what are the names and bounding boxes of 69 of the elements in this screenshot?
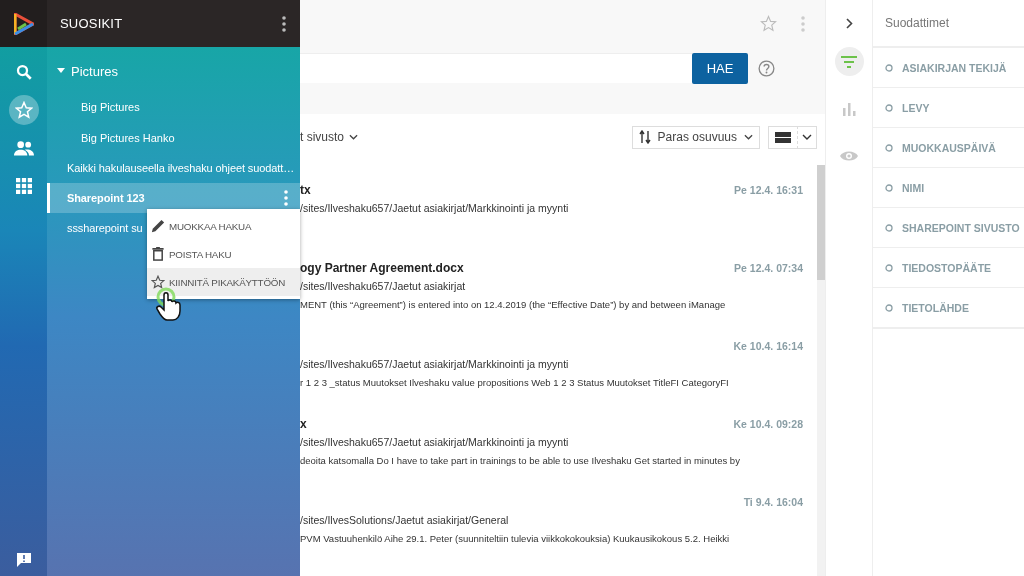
circle-icon bbox=[885, 183, 893, 192]
more-icon[interactable] bbox=[282, 15, 286, 32]
filter-item[interactable]: LEVY bbox=[873, 88, 1024, 128]
app-logo[interactable] bbox=[13, 12, 34, 35]
filter-item[interactable]: SHAREPOINT SIVUSTO bbox=[873, 208, 1024, 248]
result-path: /sites/Ilveshaku657/Jaetut asiakirjat bbox=[300, 280, 467, 294]
star-icon bbox=[151, 275, 165, 289]
favorites-button[interactable] bbox=[8, 95, 39, 125]
result-title[interactable]: ogy Partner Agreement.docx bbox=[300, 261, 464, 275]
circle-icon bbox=[885, 223, 893, 232]
view-toggle[interactable] bbox=[768, 125, 817, 149]
chevron-down-icon bbox=[744, 134, 753, 140]
filter-item[interactable]: TIEDOSTOPÄÄTE bbox=[873, 248, 1024, 288]
filter-item[interactable]: TIETOLÄHDE bbox=[873, 288, 1024, 329]
scrollbar[interactable] bbox=[817, 165, 825, 576]
result-snippet: PVM Vastuuhenkilö Aihe 29.1. Peter (suunniteltiin tulevia viikkokokouksia) Kuukausikokous 5.2. Heikki bbox=[300, 533, 731, 544]
filter-item[interactable]: ASIAKIRJAN TEKIJÄ bbox=[873, 48, 1024, 88]
filter-item[interactable]: MUOKKAUSPÄIVÄ bbox=[873, 128, 1024, 168]
result-date: Pe 12.4. 16:31 bbox=[734, 184, 803, 196]
help-icon[interactable] bbox=[758, 59, 775, 77]
favorite-item[interactable]: Kaikki hakulauseella ilveshaku ohjeet suodatt… bbox=[47, 153, 300, 183]
search-field[interactable] bbox=[300, 53, 692, 83]
search-icon bbox=[14, 63, 33, 81]
panel-title: SUOSIKIT bbox=[60, 16, 123, 31]
circle-icon bbox=[885, 143, 893, 152]
circle-icon bbox=[885, 63, 893, 72]
menu-item[interactable]: MUOKKAA HAKUA bbox=[147, 212, 300, 240]
result-path: /sites/Ilveshaku657/Jaetut asiakirjat/Markkinointi ja myynti bbox=[300, 436, 570, 450]
star-icon bbox=[14, 101, 33, 119]
eye-icon bbox=[840, 149, 858, 162]
chevron-down-icon bbox=[349, 134, 358, 140]
result-date: Ke 10.4. 16:14 bbox=[733, 340, 803, 352]
favorite-item[interactable]: Big Pictures bbox=[47, 91, 300, 122]
pencil-icon bbox=[151, 219, 165, 233]
result-title[interactable]: tx bbox=[300, 183, 311, 197]
apps-icon bbox=[15, 178, 32, 194]
result-snippet: r 1 2 3 _status Muutokset Ilveshaku value propositions Web 1 2 3 Status Muutokset TitleFI CategoryFI bbox=[300, 377, 730, 388]
result-snippet: deoita katsomalla Do I have to take part in trainings to be able to use Ilveshaku Get started in minutes by bbox=[300, 455, 741, 466]
result-snippet: MENT (this “Agreement”) is entered into on 12.4.2019 (the “Effective Date”) by and between iManage bbox=[300, 299, 727, 310]
favorite-item[interactable]: Pictures bbox=[47, 57, 300, 85]
result-path: /sites/Ilveshaku657/Jaetut asiakirjat/Markkinointi ja myynti bbox=[300, 358, 570, 372]
panel-title: Suodattimet bbox=[873, 0, 1024, 48]
circle-icon bbox=[885, 103, 893, 112]
result-date: Ke 10.4. 09:28 bbox=[733, 418, 803, 430]
site-dropdown[interactable]: t sivusto bbox=[300, 130, 632, 144]
result-date: Ti 9.4. 16:04 bbox=[743, 496, 803, 508]
people-icon bbox=[13, 140, 34, 156]
sort-dropdown[interactable]: Paras osuvuus bbox=[631, 125, 760, 149]
sort-icon bbox=[638, 130, 651, 144]
result-title[interactable]: x bbox=[300, 417, 307, 431]
result-path: /sites/IlvesSolutions/Jaetut asiakirjat/General bbox=[300, 514, 510, 528]
chevron-down-icon bbox=[802, 134, 812, 140]
caret-icon[interactable] bbox=[57, 68, 65, 74]
feedback-icon[interactable] bbox=[15, 552, 32, 568]
chevron-right-icon[interactable] bbox=[845, 18, 853, 29]
circle-icon bbox=[885, 303, 893, 312]
circle-icon bbox=[885, 263, 893, 272]
trash-icon bbox=[151, 247, 165, 261]
menu-item[interactable]: POISTA HAKU bbox=[147, 240, 300, 268]
favorite-item[interactable]: Big Pictures Hanko bbox=[47, 122, 300, 153]
filter-icon bbox=[841, 55, 857, 68]
bar-chart-icon bbox=[842, 101, 856, 116]
filters-button[interactable] bbox=[834, 47, 864, 76]
result-date: Pe 12.4. 07:34 bbox=[734, 262, 803, 274]
search-button[interactable]: HAE bbox=[692, 52, 748, 84]
filter-item[interactable]: NIMI bbox=[873, 168, 1024, 208]
menu-item[interactable]: KIINNITÄ PIKAKÄYTTÖÖN bbox=[147, 268, 300, 296]
star-icon[interactable] bbox=[760, 15, 777, 32]
result-path: /sites/Ilveshaku657/Jaetut asiakirjat/Markkinointi ja myynti bbox=[300, 202, 570, 216]
